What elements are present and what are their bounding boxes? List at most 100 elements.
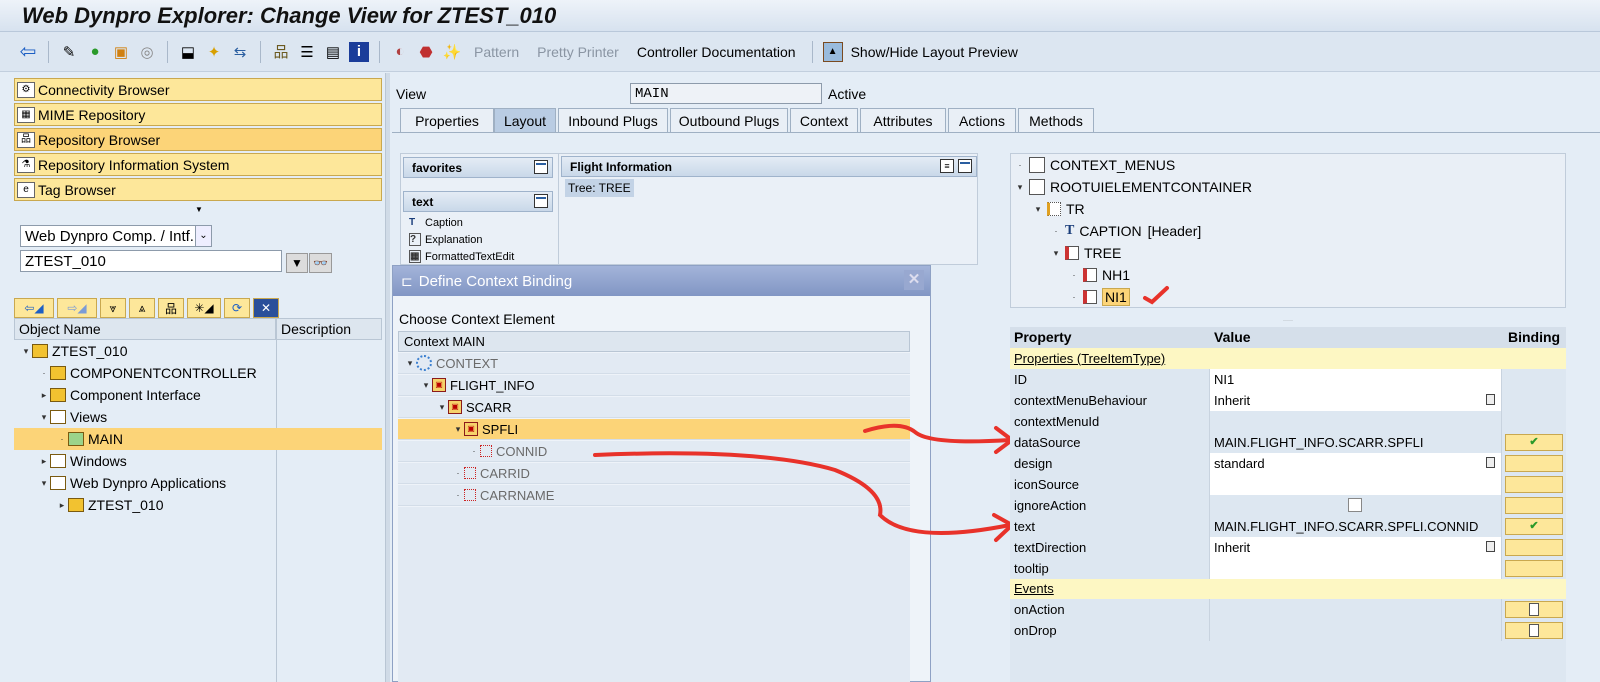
minimize-icon[interactable] — [958, 159, 972, 173]
activate-icon[interactable]: ● — [85, 42, 105, 62]
close-icon[interactable]: ✕ — [904, 270, 924, 290]
value-help-icon[interactable] — [1486, 541, 1495, 552]
tree-item[interactable]: ▸ Windows — [14, 450, 382, 472]
palette-item-explanation[interactable]: ? Explanation — [403, 231, 514, 248]
navigate-icon[interactable]: ⬓ — [178, 42, 198, 62]
value-help-icon[interactable] — [1486, 457, 1495, 468]
property-value[interactable]: MAIN.FLIGHT_INFO.SCARR.SPFLI — [1210, 432, 1502, 453]
col-description[interactable]: Description — [276, 318, 382, 340]
expander-icon[interactable]: ▸ — [38, 390, 50, 401]
check-icon[interactable]: ✦ — [204, 42, 224, 62]
nav-repository-browser[interactable]: 品 Repository Browser — [14, 128, 382, 151]
expander-icon[interactable]: ▸ — [56, 500, 68, 511]
tab-attributes[interactable]: Attributes — [860, 108, 946, 132]
expander-icon[interactable]: · — [1068, 292, 1080, 302]
nav-connectivity-browser[interactable]: ⚙ Connectivity Browser — [14, 78, 382, 101]
context-node[interactable]: · CARRID — [398, 463, 910, 484]
property-value[interactable] — [1210, 558, 1502, 579]
pattern-button[interactable]: Pattern — [468, 44, 525, 60]
context-node[interactable]: ▾ ▣ SPFLI — [398, 419, 910, 440]
expander-icon[interactable]: ▾ — [1014, 182, 1026, 193]
back-icon[interactable]: ⇦ — [18, 41, 38, 63]
ui-tree-item[interactable]: ▾ TREE — [1014, 242, 1122, 264]
where-used-icon[interactable]: ◎ — [137, 42, 157, 62]
expander-icon[interactable]: · — [452, 468, 464, 478]
tree-element[interactable]: Tree: TREE — [565, 179, 634, 197]
property-value[interactable] — [1210, 495, 1502, 516]
property-value[interactable]: NI1 — [1210, 369, 1502, 390]
binding-button[interactable] — [1505, 497, 1563, 514]
context-node[interactable]: ▾ ▣ FLIGHT_INFO — [398, 375, 910, 396]
binding-button[interactable] — [1505, 539, 1563, 556]
layout-preview-button[interactable]: Show/Hide Layout Preview — [849, 44, 1024, 60]
layout-icon[interactable]: ▤ — [323, 42, 343, 62]
dropdown-button[interactable]: ▼ — [286, 253, 308, 273]
property-value[interactable]: standard — [1210, 453, 1502, 474]
expander-icon[interactable]: ▾ — [1050, 248, 1062, 259]
breakpoint-icon[interactable]: ◐ — [390, 42, 410, 62]
tab-layout[interactable]: Layout — [494, 108, 556, 132]
property-value[interactable]: MAIN.FLIGHT_INFO.SCARR.SPFLI.CONNID — [1210, 516, 1502, 537]
object-name-input[interactable]: ZTEST_010 — [20, 250, 282, 272]
dialog-title-bar[interactable]: ⊏ Define Context Binding ✕ — [393, 266, 930, 296]
favorites-header[interactable]: favorites — [403, 157, 553, 178]
nav-mime-repository[interactable]: ▦ MIME Repository — [14, 103, 382, 126]
value-help-icon[interactable] — [1486, 394, 1495, 405]
back-nav-icon[interactable]: ⇦◢ — [14, 298, 54, 318]
expander-icon[interactable]: ▾ — [404, 358, 416, 369]
splitter[interactable] — [385, 73, 390, 682]
expander-icon[interactable]: ▾ — [38, 478, 50, 489]
expander-icon[interactable]: · — [452, 490, 464, 500]
expander-icon[interactable]: · — [1050, 226, 1062, 236]
ui-tree-item[interactable]: ▾ ROOTUIELEMENTCONTAINER — [1014, 176, 1252, 198]
expander-icon[interactable]: ▸ — [38, 456, 50, 467]
controller-documentation-button[interactable]: Controller Documentation — [631, 44, 802, 60]
test-icon[interactable]: ⇆ — [230, 42, 250, 62]
tree-item[interactable]: ▾ Views — [14, 406, 382, 428]
display-button[interactable]: 👓 — [309, 253, 332, 273]
ui-tree-item[interactable]: · NH1 — [1014, 264, 1131, 286]
ui-tree-item[interactable]: ▾ TR — [1014, 198, 1085, 220]
expander-icon[interactable]: ▾ — [420, 380, 432, 391]
properties-section[interactable]: Properties (TreeItemType) — [1010, 348, 1566, 369]
property-value[interactable]: Inherit — [1210, 537, 1502, 558]
hierarchy-up-icon[interactable]: 品 — [158, 298, 184, 318]
create-action-icon[interactable] — [1505, 601, 1563, 618]
expander-icon[interactable]: ▾ — [1032, 204, 1044, 215]
expander-icon[interactable]: · — [56, 434, 68, 444]
expander-icon[interactable]: ▾ — [436, 402, 448, 413]
close-tree-icon[interactable]: ✕ — [253, 298, 279, 318]
ui-tree-item[interactable]: · NI1 — [1014, 286, 1130, 308]
tree-item[interactable]: · COMPONENTCONTROLLER — [14, 362, 382, 384]
text-header[interactable]: text — [403, 191, 553, 212]
binding-bound-icon[interactable]: ✔ — [1505, 518, 1563, 535]
chevron-down-icon[interactable]: ⌄ — [195, 226, 211, 246]
ignore-action-checkbox[interactable] — [1348, 498, 1362, 512]
expander-icon[interactable]: · — [38, 368, 50, 378]
expander-icon[interactable]: · — [1068, 270, 1080, 280]
info-icon[interactable]: i — [349, 41, 369, 62]
nav-tag-browser[interactable]: e Tag Browser — [14, 178, 382, 201]
stop-icon[interactable]: ⬣ — [416, 42, 436, 62]
property-value[interactable]: Inherit — [1210, 390, 1502, 411]
expand-icon[interactable]: ⩓ — [129, 298, 155, 318]
expander-icon[interactable]: ▾ — [38, 412, 50, 423]
expander-icon[interactable]: ▾ — [452, 424, 464, 435]
create-action-icon[interactable] — [1505, 622, 1563, 639]
stack-icon[interactable]: ☰ — [297, 42, 317, 62]
edit-icon[interactable]: ✎ — [59, 42, 79, 62]
property-value[interactable] — [1210, 411, 1502, 432]
ui-tree-item[interactable]: · CONTEXT_MENUS — [1014, 154, 1175, 176]
expander-icon[interactable]: · — [1014, 160, 1026, 170]
tab-methods[interactable]: Methods — [1018, 108, 1094, 132]
minimize-icon[interactable] — [534, 194, 548, 208]
palette-item-caption[interactable]: T Caption — [403, 214, 514, 231]
other-object-icon[interactable]: ▣ — [111, 42, 131, 62]
expander-icon[interactable]: · — [468, 446, 480, 456]
property-value[interactable] — [1210, 474, 1502, 495]
collapse-icon[interactable]: ⩔ — [100, 298, 126, 318]
forward-nav-icon[interactable]: ⇨◢ — [57, 298, 97, 318]
binding-button[interactable] — [1505, 560, 1563, 577]
context-node[interactable]: ▾ CONTEXT — [398, 353, 910, 374]
tab-properties[interactable]: Properties — [400, 108, 494, 132]
